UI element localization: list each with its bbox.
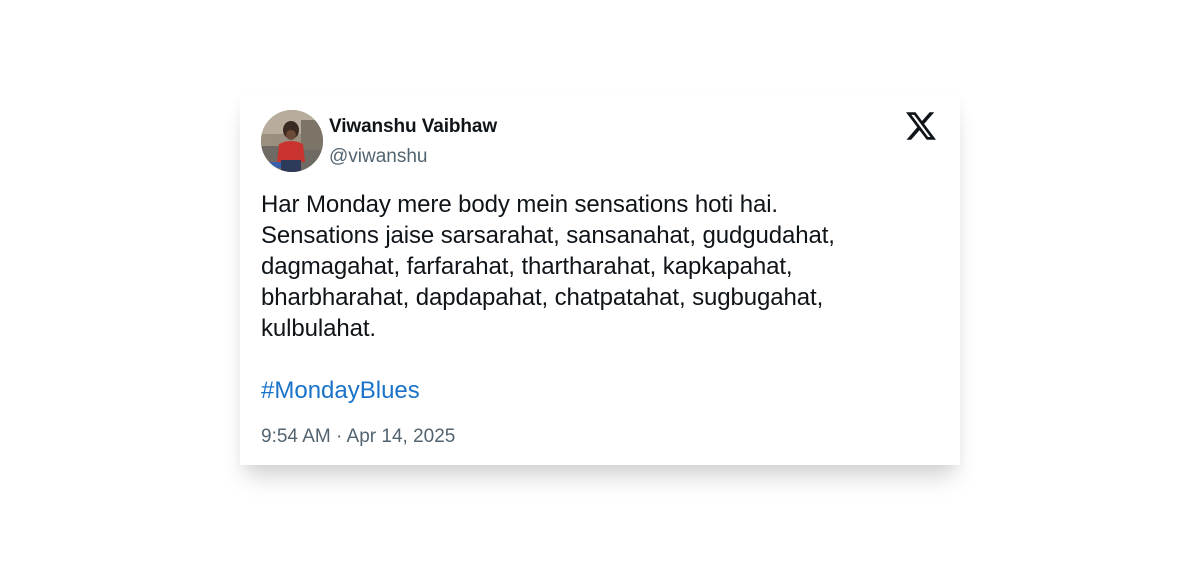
author-name[interactable]: Viwanshu Vaibhaw xyxy=(329,116,497,138)
x-logo-icon[interactable] xyxy=(906,112,936,140)
page-background: Viwanshu Vaibhaw @viwanshu Har Monday me… xyxy=(0,0,1200,561)
tweet-text: Har Monday mere body mein sensations hot… xyxy=(261,191,835,342)
avatar-photo-icon xyxy=(261,110,323,172)
hashtag-link[interactable]: #MondayBlues xyxy=(261,377,420,405)
avatar[interactable] xyxy=(261,110,323,172)
tweet-card[interactable]: Viwanshu Vaibhaw @viwanshu Har Monday me… xyxy=(240,92,960,465)
tweet-timestamp[interactable]: 9:54 AM · Apr 14, 2025 xyxy=(261,426,455,448)
author-handle[interactable]: @viwanshu xyxy=(329,146,428,168)
